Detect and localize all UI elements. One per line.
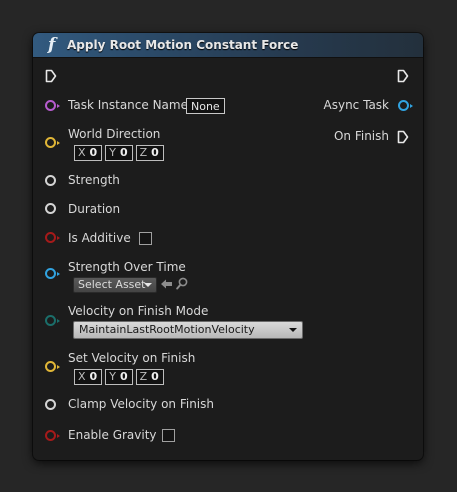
exec-input-pin[interactable] — [45, 69, 57, 83]
world-direction-x-field[interactable]: X 0 — [74, 145, 103, 161]
clamp-velocity-on-finish-pin[interactable] — [45, 399, 56, 410]
is-additive-pin[interactable] — [45, 232, 60, 243]
set-velocity-on-finish-label: Set Velocity on Finish — [68, 351, 196, 365]
enable-gravity-checkbox[interactable] — [162, 429, 175, 442]
apply-root-motion-constant-force-node[interactable]: f Apply Root Motion Constant Force Task … — [33, 33, 423, 460]
on-finish-exec-pin[interactable] — [397, 130, 409, 144]
chevron-down-icon — [144, 283, 152, 287]
on-finish-label: On Finish — [333, 129, 389, 143]
async-task-label: Async Task — [323, 98, 389, 112]
world-direction-y-field[interactable]: Y 0 — [105, 145, 133, 161]
set-velocity-on-finish-vector: X 0 Y 0 Z 0 — [74, 369, 164, 385]
use-selected-asset-icon[interactable] — [160, 278, 173, 290]
chevron-down-icon — [289, 328, 297, 332]
velocity-on-finish-mode-label: Velocity on Finish Mode — [68, 304, 209, 318]
node-header[interactable]: f Apply Root Motion Constant Force — [33, 33, 423, 58]
duration-label: Duration — [68, 202, 121, 216]
graph-canvas[interactable]: f Apply Root Motion Constant Force Task … — [0, 0, 457, 492]
node-title: Apply Root Motion Constant Force — [67, 38, 299, 52]
world-direction-pin[interactable] — [45, 137, 60, 148]
world-direction-label: World Direction — [68, 127, 161, 141]
set-velocity-y-field[interactable]: Y 0 — [105, 369, 133, 385]
set-velocity-x-field[interactable]: X 0 — [74, 369, 103, 385]
task-instance-name-field[interactable]: None — [186, 98, 225, 114]
enable-gravity-pin[interactable] — [45, 430, 60, 441]
strength-over-time-label: Strength Over Time — [68, 260, 186, 274]
world-direction-z-field[interactable]: Z 0 — [135, 145, 164, 161]
velocity-on-finish-mode-dropdown[interactable]: MaintainLastRootMotionVelocity — [73, 321, 303, 339]
task-instance-name-label: Task Instance Name — [68, 98, 188, 112]
clamp-velocity-on-finish-label: Clamp Velocity on Finish — [68, 397, 214, 411]
velocity-on-finish-mode-pin[interactable] — [45, 315, 60, 326]
browse-search-icon[interactable] — [176, 277, 188, 290]
async-task-pin[interactable] — [398, 100, 413, 111]
set-velocity-z-field[interactable]: Z 0 — [135, 369, 164, 385]
strength-label: Strength — [68, 173, 120, 187]
set-velocity-on-finish-pin[interactable] — [45, 361, 60, 372]
duration-pin[interactable] — [45, 203, 56, 214]
world-direction-vector: X 0 Y 0 Z 0 — [74, 145, 164, 161]
enable-gravity-label: Enable Gravity — [68, 428, 157, 442]
is-additive-checkbox[interactable] — [139, 232, 152, 245]
strength-pin[interactable] — [45, 175, 56, 186]
select-asset-dropdown[interactable]: Select Asset — [73, 277, 157, 293]
task-instance-name-pin[interactable] — [45, 100, 60, 111]
strength-over-time-pin[interactable] — [45, 268, 60, 279]
function-icon: f — [48, 35, 56, 55]
exec-output-pin[interactable] — [397, 69, 409, 83]
is-additive-label: Is Additive — [68, 231, 131, 245]
